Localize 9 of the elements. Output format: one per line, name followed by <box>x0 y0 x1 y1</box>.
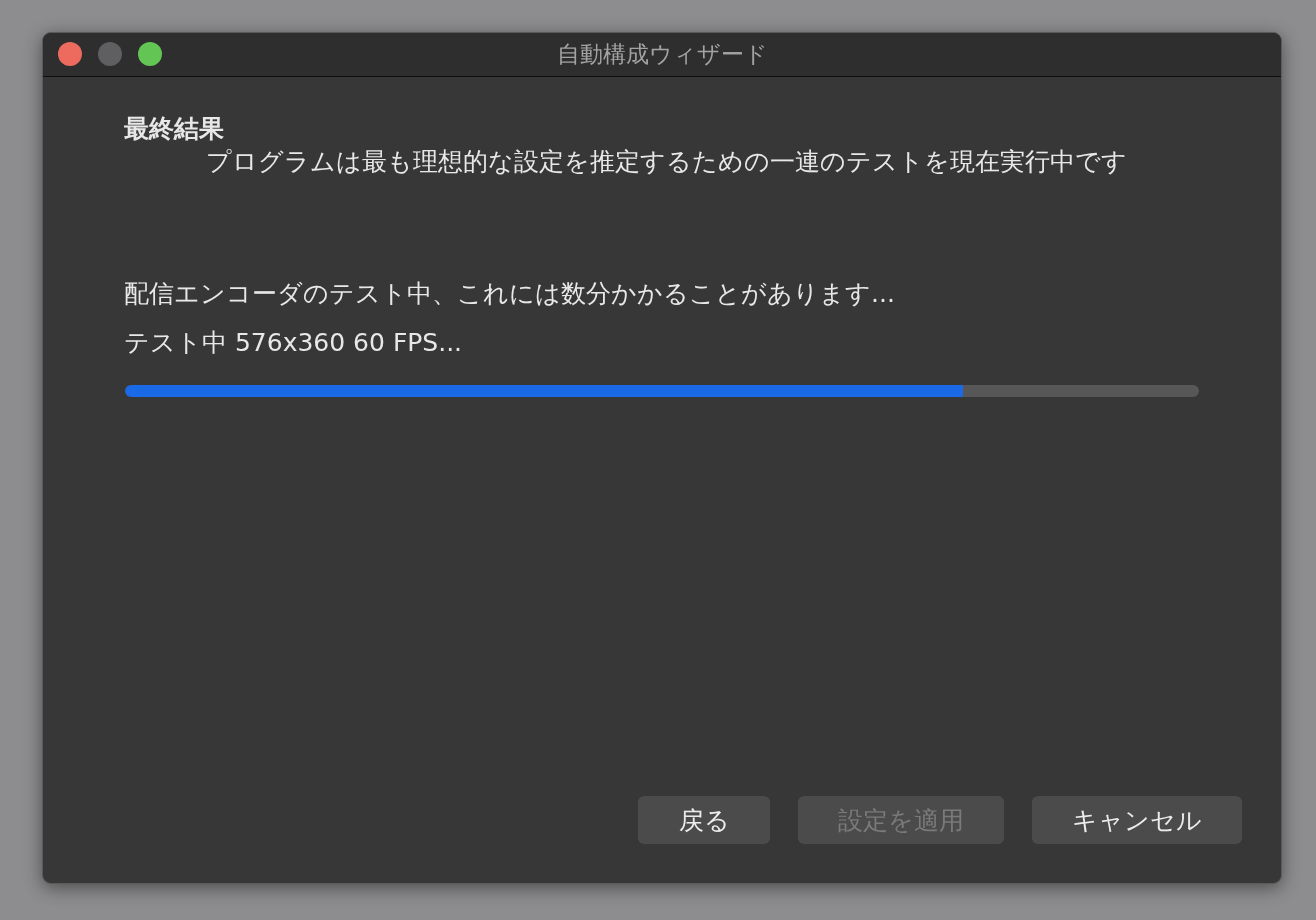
status-text: テスト中 576x360 60 FPS... <box>124 328 463 358</box>
page-description: プログラムは最も理想的な設定を推定するための一連のテストを現在実行中です <box>206 147 1127 177</box>
dialog-button[interactable]: 戻る <box>638 796 770 844</box>
zoom-icon[interactable] <box>138 42 162 66</box>
status-text: 配信エンコーダのテスト中、これには数分かかることがあります... <box>124 279 895 309</box>
page-title: 最終結果 <box>124 115 224 143</box>
window-title: 自動構成ウィザード <box>556 40 768 69</box>
close-icon[interactable] <box>58 42 82 66</box>
dialog-button[interactable]: キャンセル <box>1032 796 1242 844</box>
